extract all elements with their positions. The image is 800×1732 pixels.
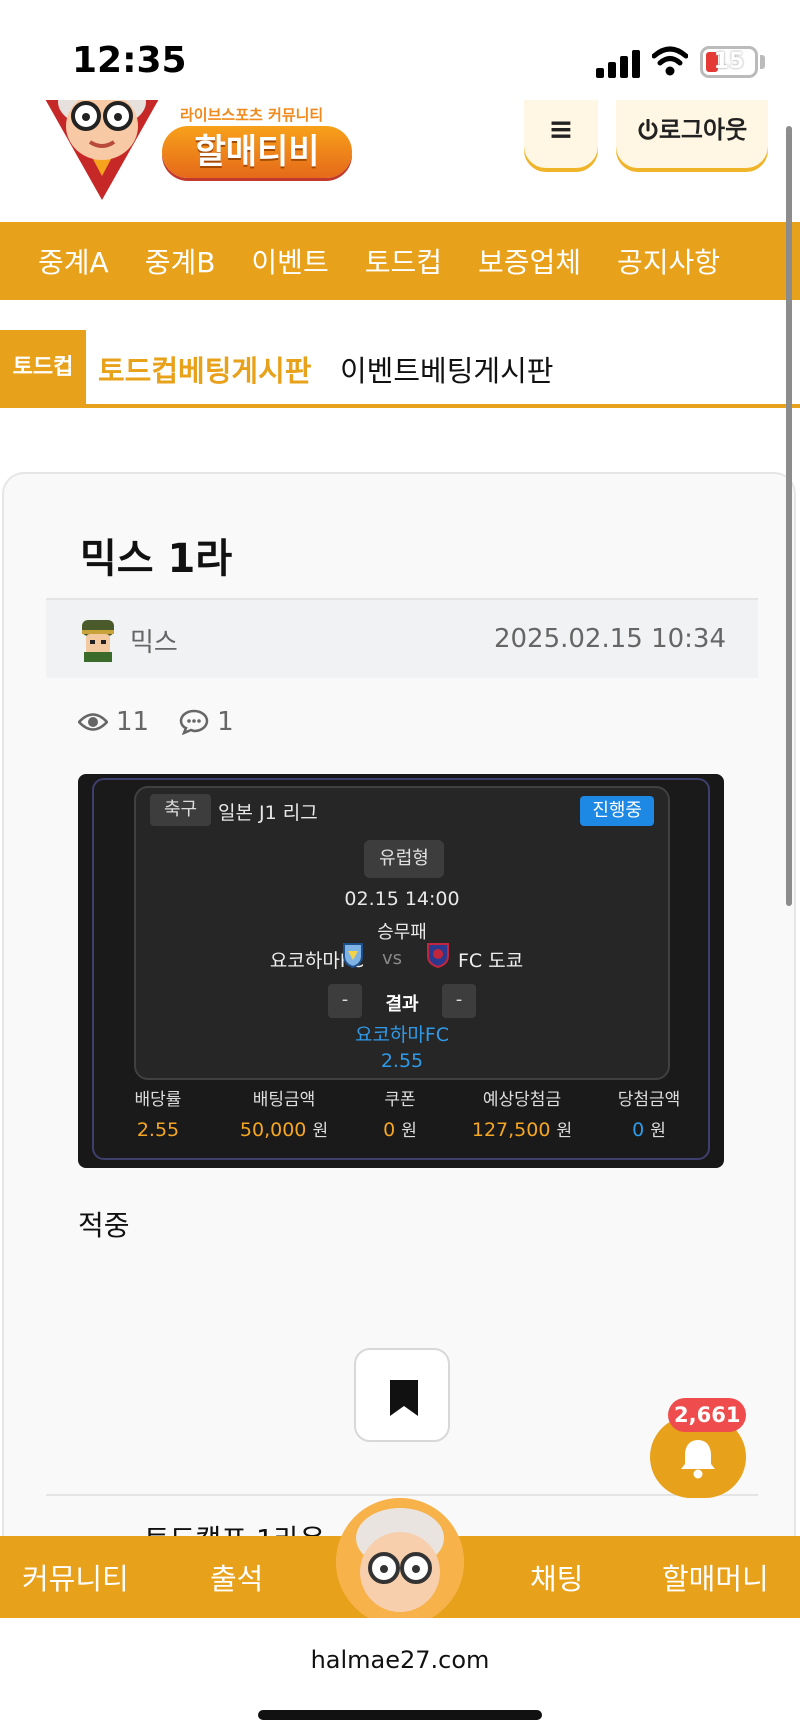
coupon-unit: 원 [401,1121,417,1141]
picked-odds: 2.55 [380,1050,424,1072]
sub-nav-badge: 토드컵 [0,330,86,406]
bookmark-button[interactable] [354,1348,450,1442]
wifi-icon [652,46,688,76]
bottom-nav-money[interactable]: 할매머니 [662,1556,769,1598]
notification-count: 2,661 [668,1398,747,1432]
view-count: 11 [116,707,150,737]
browser-url-bar[interactable]: halmae27.com [0,1618,800,1732]
expected-win-unit: 원 [556,1121,573,1141]
win-amount-unit: 원 [650,1121,666,1141]
league-name: 일본 J1 리그 [218,802,318,824]
status-time: 12:35 [72,40,187,81]
logout-button[interactable]: 로그아웃 [616,100,768,168]
nav-item-event[interactable]: 이벤트 [251,241,328,281]
url-text[interactable]: halmae27.com [0,1646,800,1674]
home-indicator[interactable] [258,1710,542,1720]
sport-tag: 축구 [150,794,212,826]
expected-win-value: 127,500 [471,1119,551,1141]
grandma-avatar-icon [336,1498,464,1626]
sub-nav: 토드컵 토드컵베팅게시판 이벤트베팅게시판 [0,330,800,408]
nav-item-relay-a[interactable]: 중계A [38,241,109,281]
comment-count: 1 [217,707,234,737]
power-icon [638,118,658,140]
comment-icon [179,709,209,735]
nav-item-relay-b[interactable]: 중계B [145,241,216,281]
result-label: 결과 [385,994,419,1015]
bet-slip: 축구 일본 J1 리그 진행중 유럽형 02.15 14:00 승무패 요코하마… [78,774,724,1168]
scrollbar[interactable] [786,126,792,906]
match-time: 02.15 14:00 [344,888,460,910]
win-amount-label: 당첨금액 [617,1090,681,1110]
nav-item-verified[interactable]: 보증업체 [478,241,581,281]
menu-icon: ≡ [548,112,574,147]
logo-title[interactable]: 할매티비 [162,126,352,178]
bottom-nav-community[interactable]: 커뮤니티 [22,1556,129,1598]
grandma-logo-icon[interactable] [32,100,172,205]
home-team-crest-icon [343,943,363,968]
tab-event-betting-board[interactable]: 이벤트베팅게시판 [340,348,553,390]
stake-label: 배팅금액 [252,1090,316,1110]
post-body: 적중 [78,1209,130,1242]
away-score: - [442,984,476,1018]
status-bar: 12:35 15 [0,0,800,110]
bookmark-icon [390,1380,418,1416]
picked-team: 요코하마FC [354,1024,450,1046]
status-badge: 진행중 [580,796,654,826]
away-team: FC 도쿄 [458,950,524,972]
stake-value: 50,000 [239,1119,307,1141]
win-amount-value: 0 [632,1119,645,1141]
bet-summary: 배당률 2.55 배팅금액 50,000 원 쿠폰 0 원 예상당첨금 127,… [94,1086,708,1146]
menu-button[interactable]: ≡ [524,100,598,168]
logout-label: 로그아웃 [658,116,748,144]
odds-value: 2.55 [136,1119,180,1141]
battery-icon: 15 [700,46,758,78]
avatar[interactable] [78,620,118,662]
post-meta: 믹스 2025.02.15 10:34 [46,598,758,678]
nav-item-notice[interactable]: 공지사항 [617,241,720,281]
battery-level: 15 [713,49,745,74]
bottom-nav-home[interactable] [336,1498,464,1626]
vs-label: vs [382,948,403,969]
tab-todcup-betting-board[interactable]: 토드컵베팅게시판 [98,348,311,390]
coupon-value: 0 [383,1119,396,1141]
nav-item-todcup[interactable]: 토드컵 [365,241,442,281]
logo-subtitle: 라이브스포츠 커뮤니티 [180,106,324,124]
signal-icon [596,50,640,78]
away-team-crest-icon [427,943,449,968]
post-author[interactable]: 믹스 [130,622,178,659]
coupon-label: 쿠폰 [384,1090,416,1110]
site-header: 라이브스포츠 커뮤니티 할매티비 ≡ 로그아웃 [0,100,800,222]
bottom-nav-attendance[interactable]: 출석 [210,1556,263,1598]
bet-type: 유럽형 [364,840,444,878]
odds-label: 배당률 [134,1090,182,1110]
post-title: 믹스 1라 [80,536,233,582]
bet-slip-frame: 축구 일본 J1 리그 진행중 유럽형 02.15 14:00 승무패 요코하마… [92,778,710,1160]
expected-win-label: 예상당첨금 [482,1090,562,1110]
stake-unit: 원 [312,1121,329,1141]
match-box: 축구 일본 J1 리그 진행중 유럽형 02.15 14:00 승무패 요코하마… [134,786,670,1080]
market-name: 승무패 [377,922,427,943]
bottom-nav-chat[interactable]: 채팅 [530,1556,583,1598]
post-stats: 11 1 [78,702,264,742]
eye-icon [78,713,108,731]
main-nav: 중계A 중계B 이벤트 토드컵 보증업체 공지사항 [0,222,800,300]
post-date: 2025.02.15 10:34 [493,624,726,654]
